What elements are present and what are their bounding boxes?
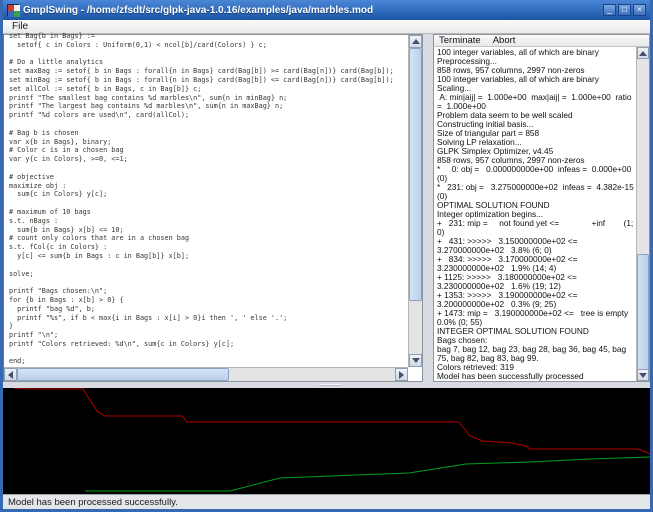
editor-vertical-scrollbar[interactable] <box>408 35 422 367</box>
vertical-split-divider[interactable] <box>423 34 433 382</box>
minimize-button[interactable]: _ <box>603 4 616 16</box>
menu-file[interactable]: File <box>9 21 31 32</box>
editor-horizontal-scrollbar[interactable] <box>4 367 408 381</box>
horizontal-split-divider[interactable] <box>3 382 650 388</box>
abort-button[interactable]: Abort <box>493 35 516 46</box>
scroll-right-button[interactable] <box>395 368 408 381</box>
status-message: Model has been processed successfully. <box>8 497 178 508</box>
log-scroll-up-button[interactable] <box>637 47 649 59</box>
main-split: set Bag{b in Bags} := setof{ c in Colors… <box>3 34 650 382</box>
arrow-right-icon <box>399 371 408 379</box>
model-editor-panel: set Bag{b in Bags} := setof{ c in Colors… <box>3 34 423 382</box>
maximize-button[interactable]: □ <box>618 4 631 16</box>
title-bar[interactable]: GmplSwing - /home/zfsdt/src/glpk-java-1.… <box>3 0 650 20</box>
app-window: GmplSwing - /home/zfsdt/src/glpk-java-1.… <box>0 0 653 512</box>
app-icon <box>7 4 19 16</box>
arrow-down-icon <box>639 373 647 382</box>
log-vertical-scrollbar[interactable] <box>636 47 649 381</box>
series-upper-bound <box>8 388 650 455</box>
bounds-chart <box>3 388 650 494</box>
editor-hscroll-thumb[interactable] <box>17 368 229 381</box>
close-button[interactable]: × <box>633 4 646 16</box>
arrow-up-icon <box>639 47 647 56</box>
log-scroll-down-button[interactable] <box>637 369 649 381</box>
series-lower-bound <box>85 457 650 491</box>
status-bar: Model has been processed successfully. <box>3 494 650 509</box>
model-code-editor[interactable]: set Bag{b in Bags} := setof{ c in Colors… <box>4 32 408 367</box>
arrow-up-icon <box>412 35 420 44</box>
log-vscroll-thumb[interactable] <box>637 254 649 372</box>
scroll-left-button[interactable] <box>4 368 17 381</box>
window-controls: _ □ × <box>603 4 646 16</box>
solver-output-panel: Terminate Abort 100 integer variables, a… <box>433 34 650 382</box>
arrow-down-icon <box>412 358 420 367</box>
arrow-left-icon <box>4 371 13 379</box>
terminate-button[interactable]: Terminate <box>439 35 481 46</box>
solver-log-wrap: 100 integer variables, all of which are … <box>434 47 649 381</box>
scroll-down-button[interactable] <box>409 354 422 367</box>
solver-toolbar: Terminate Abort <box>434 35 649 47</box>
divider-grip-icon <box>319 384 341 386</box>
bounds-chart-svg <box>3 388 650 494</box>
window-title: GmplSwing - /home/zfsdt/src/glpk-java-1.… <box>23 5 599 16</box>
editor-vscroll-thumb[interactable] <box>409 48 422 301</box>
scroll-up-button[interactable] <box>409 35 422 48</box>
solver-log[interactable]: 100 integer variables, all of which are … <box>434 47 636 381</box>
